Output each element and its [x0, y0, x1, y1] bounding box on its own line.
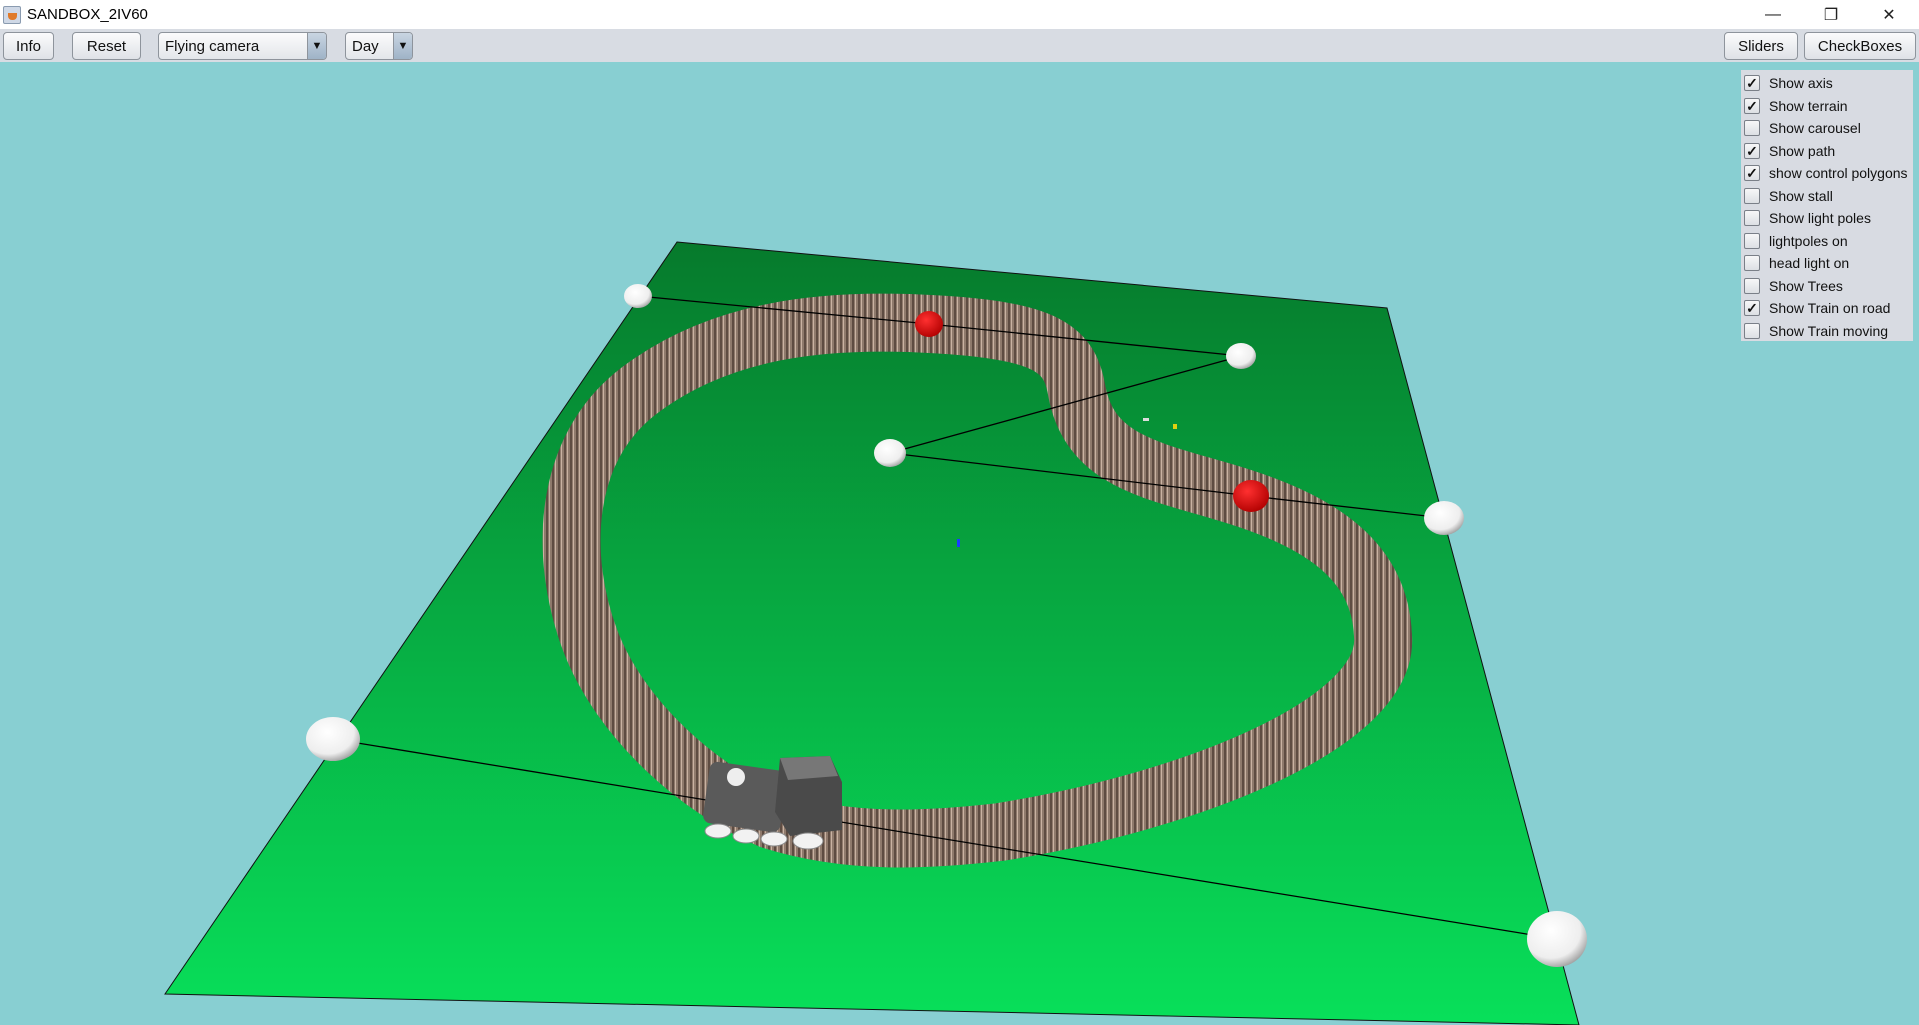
checkbox-box[interactable]: ✓ — [1744, 97, 1760, 114]
checkbox-show-stall[interactable]: Show stall — [1741, 185, 1913, 208]
checkbox-show-train-on-road[interactable]: ✓ Show Train on road — [1741, 297, 1913, 320]
camera-mode-value: Flying camera — [165, 37, 260, 55]
window-title: SANDBOX_2IV60 — [27, 6, 148, 23]
checkbox-label: lightpoles on — [1769, 232, 1848, 249]
checkbox-label: show control polygons — [1769, 165, 1908, 182]
checkbox-box[interactable] — [1744, 187, 1760, 204]
sliders-button[interactable]: Sliders — [1724, 32, 1798, 60]
maximize-button[interactable]: ❐ — [1802, 0, 1860, 29]
checkbox-label: Show Train on road — [1769, 300, 1891, 317]
checkbox-lightpoles-on[interactable]: lightpoles on — [1741, 230, 1913, 253]
java-app-icon — [3, 5, 21, 24]
title-bar: SANDBOX_2IV60 — ❐ ✕ — [0, 0, 1919, 29]
checkbox-show-path[interactable]: ✓ Show path — [1741, 140, 1913, 163]
checkbox-show-carousel[interactable]: Show carousel — [1741, 117, 1913, 140]
close-button[interactable]: ✕ — [1860, 0, 1918, 29]
checkbox-label: Show carousel — [1769, 120, 1861, 137]
checkbox-panel: ✓ Show axis ✓ Show terrain Show carousel ✓ Sho… — [1741, 70, 1913, 341]
checkboxes-button[interactable]: CheckBoxes — [1804, 32, 1916, 60]
checkbox-label: Show path — [1769, 142, 1836, 159]
reset-button[interactable]: Reset — [72, 32, 141, 60]
checkbox-label: Show Trees — [1769, 277, 1843, 294]
minimize-button[interactable]: — — [1744, 0, 1802, 29]
checkbox-box[interactable]: ✓ — [1744, 300, 1760, 317]
checkbox-show-control-polygons[interactable]: ✓ show control polygons — [1741, 162, 1913, 185]
checkbox-box[interactable] — [1744, 277, 1760, 294]
chevron-down-icon[interactable]: ▼ — [393, 33, 412, 59]
checkbox-box[interactable]: ✓ — [1744, 75, 1760, 92]
chevron-down-icon[interactable]: ▼ — [307, 33, 326, 59]
checkbox-box[interactable]: ✓ — [1744, 165, 1760, 182]
checkbox-show-trees[interactable]: Show Trees — [1741, 275, 1913, 298]
checkbox-label: Show stall — [1769, 187, 1833, 204]
checkbox-box[interactable] — [1744, 210, 1760, 227]
checkbox-box[interactable]: ✓ — [1744, 142, 1760, 159]
checkbox-show-train-moving[interactable]: Show Train moving — [1741, 320, 1913, 343]
checkbox-box[interactable] — [1744, 322, 1760, 339]
checkbox-label: head light on — [1769, 255, 1850, 272]
time-of-day-select[interactable]: Day ▼ — [345, 32, 413, 60]
checkbox-show-light-poles[interactable]: Show light poles — [1741, 207, 1913, 230]
camera-mode-select[interactable]: Flying camera ▼ — [158, 32, 327, 60]
3d-viewport[interactable] — [0, 62, 1919, 1025]
checkbox-label: Show Train moving — [1769, 322, 1889, 339]
checkbox-label: Show light poles — [1769, 210, 1871, 227]
checkbox-box[interactable] — [1744, 255, 1760, 272]
checkbox-box[interactable] — [1744, 232, 1760, 249]
checkbox-label: Show axis — [1769, 75, 1833, 92]
time-of-day-value: Day — [352, 37, 379, 55]
checkbox-show-terrain[interactable]: ✓ Show terrain — [1741, 95, 1913, 118]
checkbox-box[interactable] — [1744, 120, 1760, 137]
toolbar: Info Reset Flying camera ▼ Day ▼ Sliders… — [0, 29, 1919, 62]
checkbox-label: Show terrain — [1769, 97, 1848, 114]
info-button[interactable]: Info — [3, 32, 54, 60]
checkbox-head-light-on[interactable]: head light on — [1741, 252, 1913, 275]
checkbox-show-axis[interactable]: ✓ Show axis — [1741, 72, 1913, 95]
